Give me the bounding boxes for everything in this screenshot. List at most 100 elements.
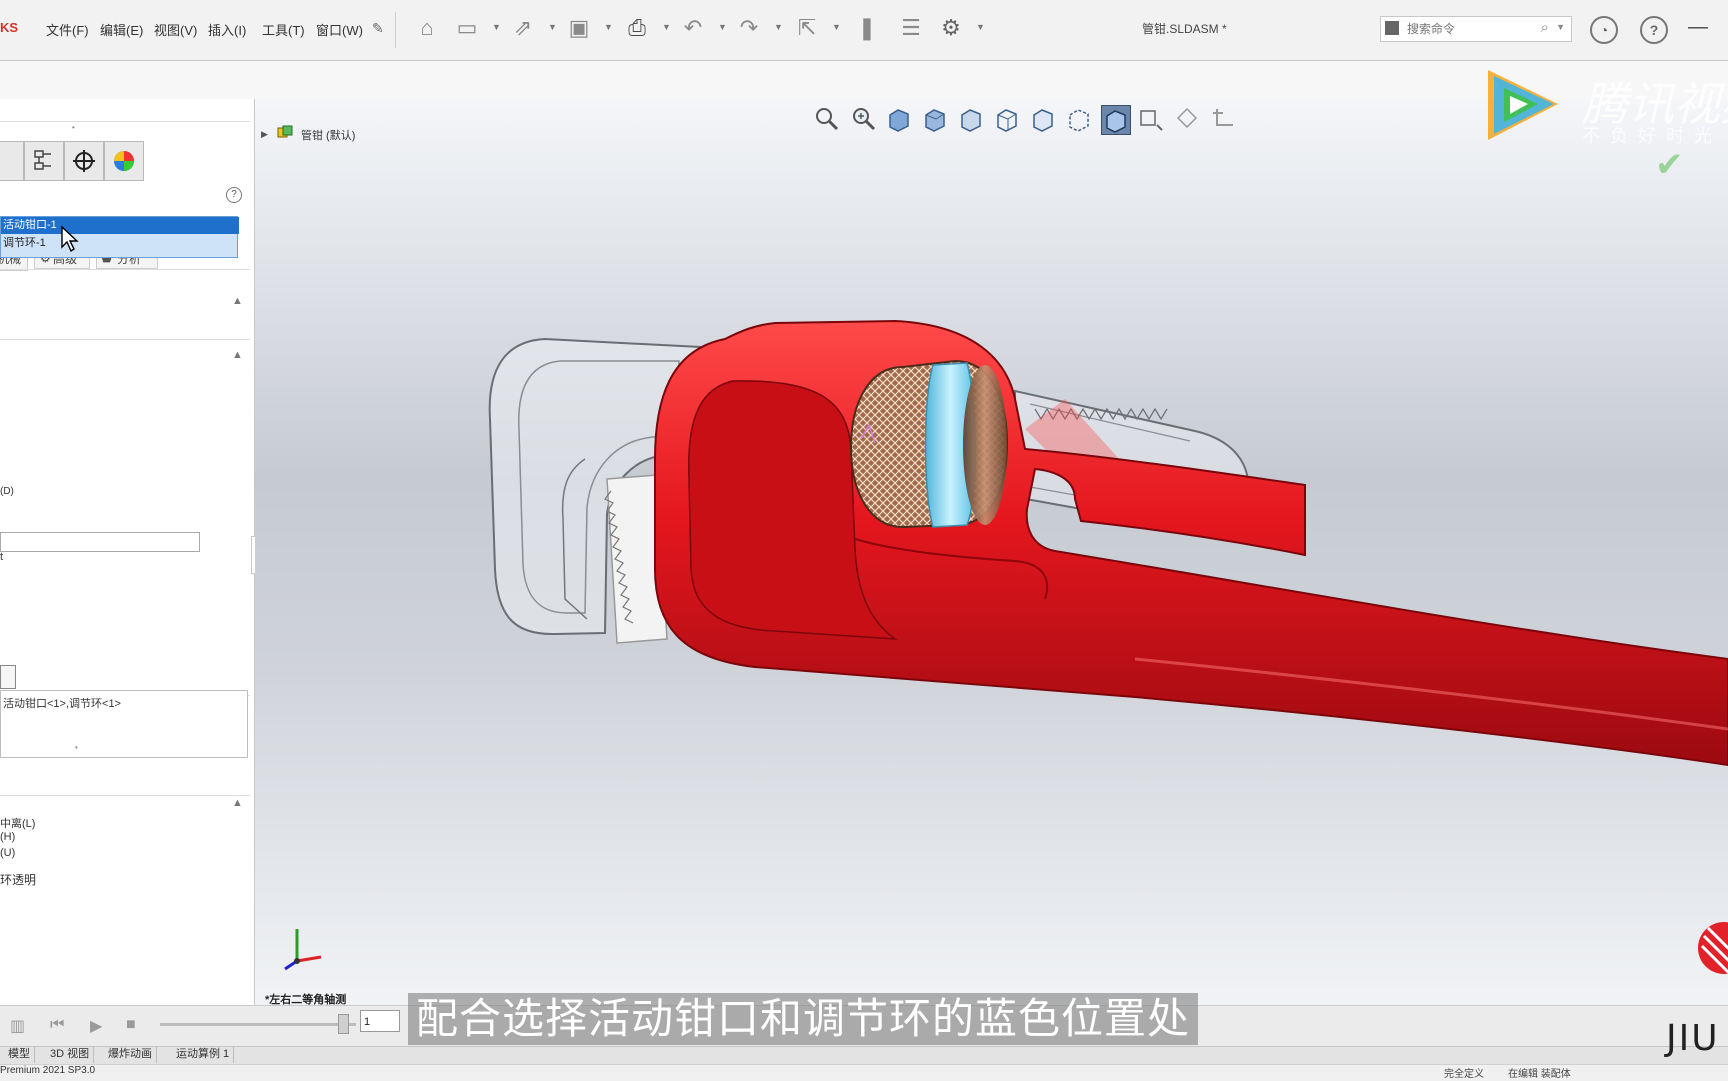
timeline-slider-thumb[interactable] (338, 1014, 349, 1034)
calculate-icon[interactable]: ▥ (10, 1016, 25, 1036)
dimxpert-icon (73, 150, 95, 172)
flip-dimension-button[interactable] (0, 665, 16, 689)
tencent-video-logo-icon (1488, 70, 1558, 140)
chevron-down-icon[interactable]: ▼ (832, 22, 841, 32)
undo-icon[interactable]: ↶ (678, 13, 708, 43)
chevron-down-icon[interactable]: ▼ (718, 22, 727, 32)
menu-window[interactable]: 窗口(W) (316, 20, 363, 39)
chevron-down-icon[interactable]: ▼ (492, 22, 501, 32)
tab-model[interactable]: 模型 (4, 1046, 35, 1063)
version-label: Premium 2021 SP3.0 (0, 1065, 96, 1076)
status-editing: 在编辑 装配体 (1508, 1069, 1571, 1080)
tab-feature-manager[interactable] (0, 141, 24, 181)
confirm-checkmark-icon[interactable]: ✔ (1655, 145, 1684, 185)
menu-edit[interactable]: 编辑(E) (100, 20, 143, 39)
resize-handle[interactable]: • (75, 743, 78, 752)
shaded-with-edges-icon[interactable] (1101, 105, 1131, 135)
redo-icon[interactable]: ↷ (734, 13, 764, 43)
pin-icon[interactable]: ✎ (372, 20, 384, 37)
display-style-icon[interactable] (1029, 105, 1057, 133)
divider (0, 269, 250, 270)
view-settings-icon[interactable] (1209, 105, 1237, 133)
search-input[interactable] (1405, 20, 1539, 38)
save-icon[interactable]: ▣ (564, 13, 594, 43)
option-label: t (0, 551, 4, 563)
time-input[interactable]: 1 (360, 1010, 400, 1032)
zoom-area-icon[interactable] (849, 105, 877, 133)
tab-motion-study-1[interactable]: 运动算例 1 (172, 1046, 235, 1063)
distance-input[interactable] (0, 532, 200, 552)
collapse-section-icon[interactable]: ▲ (232, 295, 243, 307)
wrench-model[interactable] (255, 99, 1728, 1005)
graphics-viewport[interactable]: ▶ 管钳 (默认) ✔ *左右二等角轴测 (255, 99, 1728, 1005)
minimize-icon[interactable]: — (1688, 16, 1708, 39)
toolbar-separator (395, 12, 396, 48)
previous-view-icon[interactable] (885, 105, 913, 133)
assembly-icon (277, 125, 293, 138)
edit-appearance-icon[interactable] (1137, 105, 1165, 133)
tab-configuration-manager[interactable] (24, 141, 64, 181)
search-box[interactable]: ⌕ ▼ (1380, 16, 1572, 42)
mouse-cursor-icon (61, 225, 79, 253)
dynamic-annotation-icon[interactable] (957, 105, 985, 133)
menu-tools[interactable]: 工具(T) (262, 20, 305, 39)
chevron-down-icon[interactable]: ▼ (662, 22, 671, 32)
bottom-tab-bar (0, 1046, 1728, 1065)
chevron-down-icon[interactable]: ▼ (604, 22, 613, 32)
apply-scene-icon[interactable] (1173, 105, 1201, 133)
watermark-slogan: 不负好时光 (1582, 126, 1722, 146)
play-from-start-icon[interactable]: ⏮ (50, 1016, 64, 1034)
home-icon[interactable]: ⌂ (412, 13, 442, 43)
selection-list[interactable]: 活动钳口-1 调节环-1 (0, 216, 239, 258)
app-brand: KS (0, 20, 19, 35)
mates-list-item[interactable]: 活动钳口<1>,调节环<1> (3, 695, 121, 711)
divider (0, 121, 250, 122)
option-label: (H) (0, 831, 16, 843)
jiu-logo-text: JIU (1666, 1018, 1720, 1059)
file-properties-icon[interactable]: ☰ (896, 13, 926, 43)
menu-insert[interactable]: 插入(I) (208, 20, 246, 39)
menu-view[interactable]: 视图(V) (154, 20, 197, 39)
mates-list[interactable]: 活动钳口<1>,调节环<1> • (0, 690, 248, 758)
select-icon[interactable]: ⇱ (792, 13, 822, 43)
tab-explode-animation[interactable]: 爆炸动画 (104, 1046, 157, 1063)
chevron-down-icon[interactable]: ▼ (1556, 22, 1565, 32)
print-icon[interactable]: ⎙ (622, 13, 652, 43)
new-document-icon[interactable]: ▭ (452, 13, 482, 43)
search-icon[interactable]: ⌕ (1541, 19, 1549, 36)
selection-item-active[interactable]: 活动钳口-1 (1, 217, 239, 234)
stop-icon[interactable]: ■ (126, 1016, 136, 1034)
open-icon[interactable]: ⇗ (508, 13, 538, 43)
red-wrench-body[interactable] (654, 319, 1728, 767)
zoom-to-fit-icon[interactable] (813, 105, 841, 133)
selection-item[interactable]: 调节环-1 (1, 235, 239, 252)
tab-dimxpert[interactable] (64, 141, 104, 181)
section-view-icon[interactable] (921, 105, 949, 133)
timeline-slider[interactable] (160, 1023, 356, 1026)
help-icon[interactable]: ? (226, 187, 242, 203)
menu-file[interactable]: 文件(F) (46, 20, 89, 39)
help-icon[interactable]: ? (1640, 16, 1668, 44)
chevron-down-icon[interactable]: ▼ (976, 22, 985, 32)
chevron-down-icon[interactable]: ▼ (774, 22, 783, 32)
configuration-manager-icon (34, 150, 51, 170)
tab-display-manager[interactable] (104, 141, 144, 181)
adjustment-ring[interactable] (849, 359, 1009, 529)
coordinate-triad (284, 929, 322, 971)
view-orientation-icon[interactable] (993, 105, 1021, 133)
collapse-section-icon[interactable]: ▲ (232, 797, 243, 809)
rebuild-icon[interactable]: ❚ (852, 13, 882, 43)
splitter-handle[interactable]: • (72, 123, 75, 132)
status-defined: 完全定义 (1444, 1069, 1484, 1080)
tab-3d-views[interactable]: 3D 视图 (46, 1046, 95, 1063)
hide-show-icon[interactable] (1065, 105, 1093, 133)
play-icon[interactable]: ▶ (90, 1016, 102, 1036)
search-scope-icon[interactable] (1385, 21, 1399, 35)
collapse-section-icon[interactable]: ▲ (232, 349, 243, 361)
command-manager-strip (0, 61, 1728, 100)
expand-tree-icon[interactable]: ▶ (261, 129, 268, 140)
flyout-tree-label[interactable]: 管钳 (默认) (301, 127, 355, 143)
chevron-down-icon[interactable]: ▼ (548, 22, 557, 32)
options-gear-icon[interactable]: ⚙ (936, 13, 966, 43)
user-account-icon[interactable]: ◔ (1590, 16, 1618, 44)
